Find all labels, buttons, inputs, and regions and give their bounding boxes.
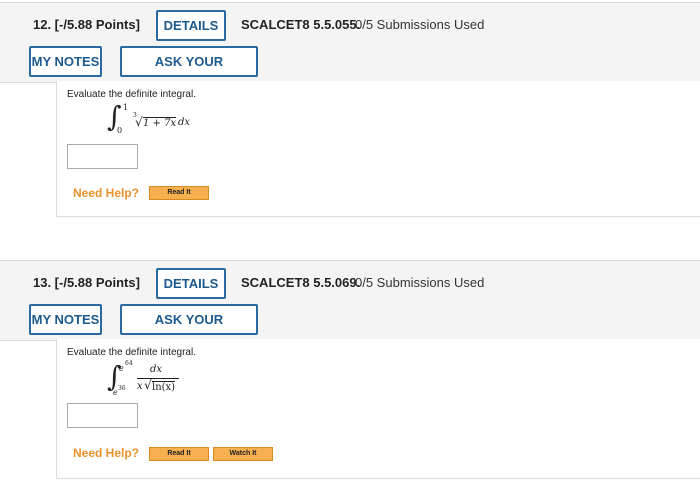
watch-it-button[interactable]: Watch It [213,447,273,461]
read-it-button[interactable]: Read It [149,186,209,200]
question-body: Evaluate the definite integral. ∫ 1 0 3 … [56,81,700,217]
problem-code: SCALCET8 5.5.055. [241,17,361,32]
submissions-used: 0/5 Submissions Used [355,17,485,32]
need-help-label: Need Help? [73,186,140,200]
question-body: Evaluate the definite integral. ∫ e 64 e… [56,339,700,479]
question-header: 12. [-/5.88 Points] DETAILS SCALCET8 5.5… [0,2,700,96]
radical-sign: √ [144,378,152,392]
lower-limit: 0 [117,126,123,135]
my-notes-button[interactable]: MY NOTES [29,46,102,77]
radical-sign: √ [135,115,143,129]
details-button[interactable]: DETAILS [156,268,226,299]
differential: dx [178,117,191,128]
ask-teacher-button[interactable]: ASK YOUR TEACHER [120,304,258,354]
lower-limit-exponent: 36 [118,385,126,392]
answer-input[interactable] [67,144,138,169]
my-notes-button[interactable]: MY NOTES [29,304,102,335]
question-prompt: Evaluate the definite integral. [67,89,196,100]
denominator-prefix: x [137,381,143,392]
question-header: 13. [-/5.88 Points] DETAILS SCALCET8 5.5… [0,260,700,354]
question-points: 12. [-/5.88 Points] [33,17,140,32]
answer-input[interactable] [67,403,138,428]
read-it-button[interactable]: Read It [149,447,209,461]
upper-limit: 1 [123,103,129,112]
upper-limit-base: e [119,364,124,373]
details-button[interactable]: DETAILS [156,10,226,41]
numerator: dx [150,364,163,375]
denominator-radicand: ln(x) [152,381,176,393]
upper-limit-exponent: 64 [125,360,133,367]
submissions-used: 0/5 Submissions Used [355,275,485,290]
question-points: 13. [-/5.88 Points] [33,275,140,290]
ask-teacher-button[interactable]: ASK YOUR TEACHER [120,46,258,96]
problem-code: SCALCET8 5.5.069. [241,275,361,290]
question-prompt: Evaluate the definite integral. [67,347,196,358]
radicand: 1 + 7x [143,117,177,129]
need-help-label: Need Help? [73,446,140,460]
